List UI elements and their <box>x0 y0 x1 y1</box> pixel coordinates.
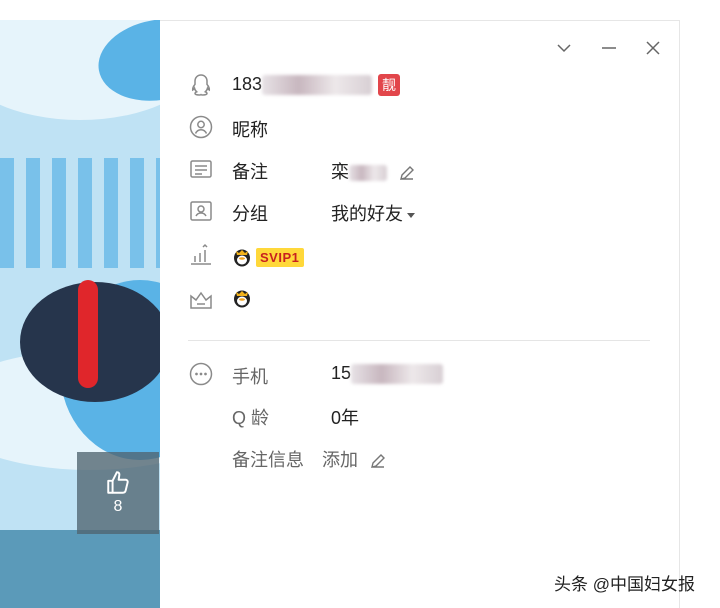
cover-penguin-scarf <box>78 280 98 388</box>
crown-icon <box>188 288 214 314</box>
pencil-icon[interactable] <box>398 164 416 182</box>
remark-value[interactable]: 栾 <box>331 158 416 184</box>
watermark: 头条 @中国妇女报 <box>554 575 695 594</box>
qq-penguin-vip-icon <box>234 249 250 267</box>
group-value: 我的好友 <box>331 204 403 224</box>
section-divider <box>188 340 650 341</box>
bar-chart-icon <box>188 242 214 268</box>
pencil-icon <box>371 454 386 469</box>
remark-redacted <box>349 165 387 182</box>
minimize-button[interactable] <box>597 36 621 60</box>
qq-penguin-level-icon <box>234 290 250 308</box>
thumbs-up-icon <box>107 471 129 494</box>
svip-badge: SVIP1 <box>256 247 305 267</box>
like-button[interactable]: 8 <box>77 452 159 534</box>
phone-label: 手机 <box>232 367 268 387</box>
minus-icon <box>602 47 616 49</box>
group-label: 分组 <box>232 204 268 224</box>
cover-floor <box>0 530 160 608</box>
phone-value: 15 <box>331 363 444 385</box>
card-icon <box>188 156 214 182</box>
qq-number-redacted <box>262 75 373 96</box>
close-button[interactable] <box>641 36 665 60</box>
collapse-button[interactable] <box>552 36 576 60</box>
group-selector[interactable]: 我的好友 <box>331 200 415 226</box>
profile-cover-panel: 8 <box>0 20 160 608</box>
profile-window-border <box>160 20 680 608</box>
phone-visible: 15 <box>331 363 352 383</box>
contact-card-icon <box>188 198 214 224</box>
close-icon <box>646 41 660 55</box>
caret-down-icon <box>407 212 415 218</box>
qq-number: 183 靓 <box>232 74 401 97</box>
vip-level[interactable]: SVIP1 <box>231 245 305 269</box>
more-dots-icon <box>188 361 214 387</box>
person-circle-icon <box>188 114 214 140</box>
remark-info-label: 备注信息 <box>232 450 304 470</box>
chevron-down-icon <box>557 44 571 53</box>
qq-penguin-icon <box>188 72 214 98</box>
remark-info-add-label: 添加 <box>322 450 358 470</box>
nickname-label: 昵称 <box>232 120 268 140</box>
like-count: 8 <box>113 498 123 515</box>
remark-label: 备注 <box>232 162 268 182</box>
pretty-number-badge: 靓 <box>378 74 401 97</box>
q-age-label: Q 龄 <box>232 408 270 428</box>
q-age-value: 0年 <box>331 408 360 428</box>
cover-stripes <box>0 158 160 268</box>
phone-redacted <box>351 364 444 385</box>
remark-info-add-button[interactable]: 添加 <box>322 446 387 472</box>
remark-value-text: 栾 <box>331 162 349 182</box>
qq-number-visible: 183 <box>232 74 263 94</box>
level-badge[interactable] <box>231 287 253 314</box>
